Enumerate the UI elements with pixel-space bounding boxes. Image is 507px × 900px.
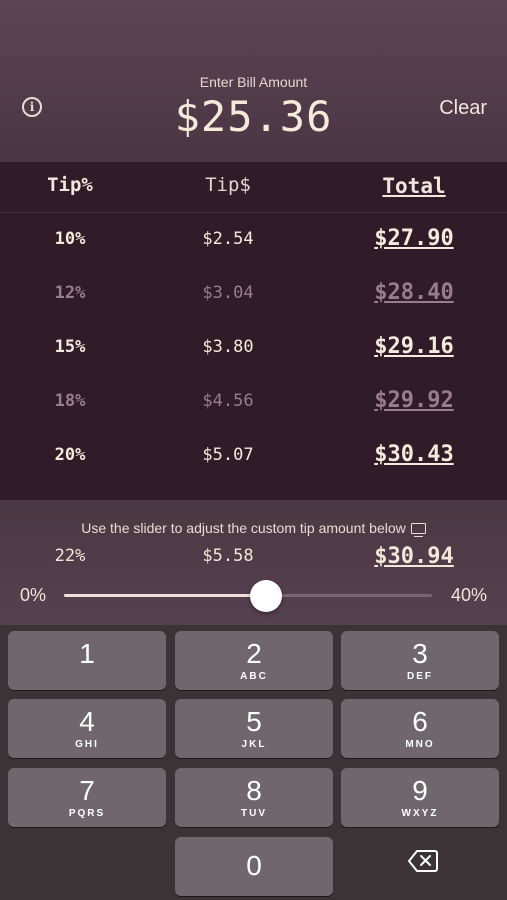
key-6[interactable]: 6 MNO <box>341 699 499 758</box>
key-letters: MNO <box>405 739 435 750</box>
enter-bill-label: Enter Bill Amount <box>199 74 308 90</box>
row-tip-amount: $3.04 <box>202 283 254 303</box>
key-letters: WXYZ <box>401 808 439 819</box>
info-icon[interactable]: i <box>22 97 42 117</box>
key-digit: 9 <box>412 775 428 806</box>
key-letters: TUV <box>241 808 267 819</box>
bill-amount-display[interactable]: $25.36 <box>0 92 507 141</box>
slider-fill <box>64 594 267 597</box>
table-row[interactable]: 12% $3.04 $28.40 <box>0 268 507 322</box>
key-digit: 0 <box>246 850 262 881</box>
header-tip-percent: Tip% <box>47 174 93 196</box>
tip-slider[interactable] <box>64 580 432 612</box>
slider-min-label: 0% <box>20 585 47 605</box>
row-total: $28.40 <box>374 280 454 305</box>
custom-tip-panel: Use the slider to adjust the custom tip … <box>0 500 507 625</box>
row-total: $30.43 <box>374 442 454 467</box>
key-digit: 5 <box>246 706 262 737</box>
custom-tip-row: 22% $5.58 $30.94 <box>0 544 507 576</box>
header-total: Total <box>382 174 446 198</box>
key-digit: 2 <box>246 638 262 669</box>
table-row[interactable]: 18% $4.56 $29.92 <box>0 376 507 430</box>
row-tip-percent: 20% <box>54 445 86 465</box>
key-0[interactable]: 0 <box>175 837 333 896</box>
row-tip-amount: $5.07 <box>202 445 254 465</box>
monitor-icon <box>410 523 426 537</box>
key-5[interactable]: 5 JKL <box>175 699 333 758</box>
slider-hint: Use the slider to adjust the custom tip … <box>0 520 507 537</box>
row-tip-amount: $4.56 <box>202 391 254 411</box>
key-8[interactable]: 8 TUV <box>175 768 333 827</box>
key-7[interactable]: 7 PQRS <box>8 768 166 827</box>
key-9[interactable]: 9 WXYZ <box>341 768 499 827</box>
key-digit: 8 <box>246 775 262 806</box>
key-letters: GHI <box>75 739 99 750</box>
table-row[interactable]: 10% $2.54 $27.90 <box>0 214 507 268</box>
key-letters: JKL <box>241 739 267 750</box>
key-1[interactable]: 1 <box>8 631 166 690</box>
key-4[interactable]: 4 GHI <box>8 699 166 758</box>
key-letters: ABC <box>240 671 268 682</box>
backspace-icon[interactable] <box>408 850 438 872</box>
numeric-keypad: 1 2 ABC 3 DEF 4 GHI 5 JKL 6 MNO 7 PQRS 8 TUV 9 W… <box>0 625 507 900</box>
table-row[interactable]: 20% $5.07 $30.43 <box>0 430 507 484</box>
row-tip-percent: 15% <box>54 337 86 357</box>
tip-table: Tip% Tip$ Total 10% $2.54 $27.90 12% $3.… <box>0 162 507 500</box>
row-total: $27.90 <box>374 226 454 251</box>
row-tip-percent: 10% <box>54 229 86 249</box>
row-tip-amount: $3.80 <box>202 337 254 357</box>
key-letters: PQRS <box>68 808 106 819</box>
table-header: Tip% Tip$ Total <box>0 162 507 213</box>
key-digit: 7 <box>79 775 95 806</box>
key-letters: DEF <box>407 671 433 682</box>
header: Enter Bill Amount $25.36 i Clear <box>0 0 507 162</box>
row-tip-percent: 12% <box>54 283 86 303</box>
row-total: $29.92 <box>374 388 454 413</box>
row-tip-percent: 18% <box>54 391 86 411</box>
row-total: $29.16 <box>374 334 454 359</box>
slider-thumb[interactable] <box>250 580 283 612</box>
header-tip-amount: Tip$ <box>205 174 251 196</box>
key-digit: 6 <box>412 706 428 737</box>
slider-max-label: 40% <box>450 585 487 605</box>
custom-tip-percent: 22% <box>54 546 86 566</box>
key-3[interactable]: 3 DEF <box>341 631 499 690</box>
slider-hint-text: Use the slider to adjust the custom tip … <box>81 520 406 536</box>
key-digit: 3 <box>412 638 428 669</box>
custom-tip-amount: $5.58 <box>202 546 254 566</box>
clear-button[interactable]: Clear <box>439 97 487 120</box>
key-digit: 4 <box>79 706 95 737</box>
key-2[interactable]: 2 ABC <box>175 631 333 690</box>
key-digit: 1 <box>79 638 95 669</box>
row-tip-amount: $2.54 <box>202 229 254 249</box>
table-row[interactable]: 15% $3.80 $29.16 <box>0 322 507 376</box>
custom-total: $30.94 <box>374 544 454 569</box>
